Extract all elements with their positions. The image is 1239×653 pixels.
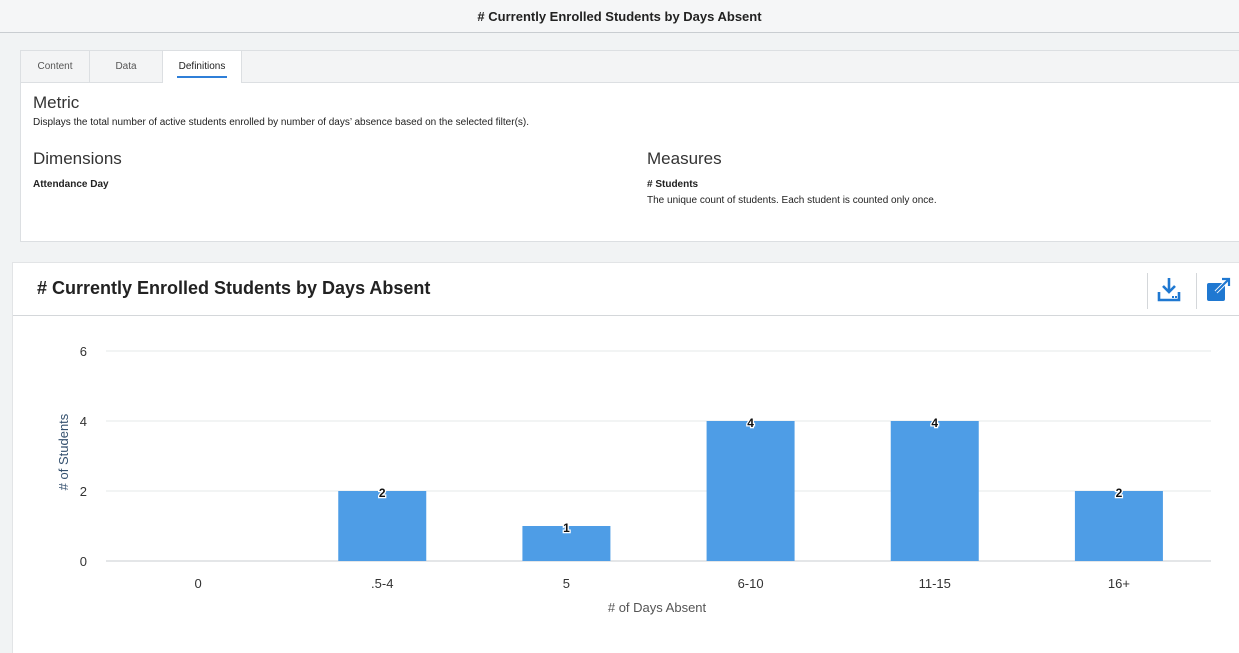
chart-title: # Currently Enrolled Students by Days Ab… bbox=[37, 278, 431, 298]
grid-lines bbox=[106, 350, 1211, 562]
header-divider bbox=[1147, 273, 1148, 309]
x-axis-label: # of Days Absent bbox=[608, 600, 707, 615]
page-title: # Currently Enrolled Students by Days Ab… bbox=[0, 0, 1239, 33]
measures-heading: Measures bbox=[647, 149, 722, 168]
dimensions-heading: Dimensions bbox=[33, 149, 122, 168]
bar-chart: 2 1 4 4 2 0 2 4 6 0 .5-4 5 6-10 11-15 16+ # of Days … bbox=[56, 344, 1211, 615]
chart-card: # Currently Enrolled Students by Days Ab… bbox=[12, 262, 1239, 653]
bar-data-label: 2 bbox=[1116, 486, 1123, 500]
bar-data-label: 4 bbox=[931, 416, 938, 430]
chart-card-header: # Currently Enrolled Students by Days Ab… bbox=[13, 263, 1239, 316]
tab-content[interactable]: Content bbox=[21, 51, 90, 82]
active-tab-indicator bbox=[177, 76, 227, 78]
y-tick-label: 0 bbox=[80, 554, 87, 569]
bar[interactable] bbox=[1074, 491, 1163, 561]
download-icon[interactable] bbox=[1155, 275, 1183, 303]
bar[interactable] bbox=[890, 421, 979, 561]
x-tick-label: 5 bbox=[563, 576, 570, 591]
bar-data-label: 4 bbox=[747, 416, 754, 430]
bar-data-label: 1 bbox=[563, 521, 570, 535]
bar[interactable] bbox=[706, 421, 795, 561]
header-divider bbox=[1196, 273, 1197, 309]
y-tick-label: 4 bbox=[80, 414, 87, 429]
y-axis-label: # of Students bbox=[56, 413, 71, 490]
y-tick-label: 6 bbox=[80, 344, 87, 359]
tab-definitions[interactable]: Definitions bbox=[163, 51, 242, 83]
tab-bar: Content Data Definitions bbox=[21, 51, 1239, 83]
bar[interactable] bbox=[338, 491, 427, 561]
tab-definitions-label: Definitions bbox=[178, 61, 226, 72]
x-axis-ticks: 0 .5-4 5 6-10 11-15 16+ bbox=[194, 576, 1129, 591]
external-link-icon[interactable] bbox=[1205, 275, 1233, 303]
x-tick-label: 0 bbox=[194, 576, 201, 591]
x-tick-label: 11-15 bbox=[919, 576, 951, 591]
definitions-panel: Content Data Definitions Metric Displays… bbox=[20, 50, 1239, 242]
dimension-attendance-day: Attendance Day bbox=[33, 179, 109, 190]
y-axis-ticks: 0 2 4 6 bbox=[80, 344, 87, 569]
bar-data-label: 2 bbox=[379, 486, 386, 500]
x-tick-label: 6-10 bbox=[738, 576, 764, 591]
metric-description: Displays the total number of active stud… bbox=[33, 117, 530, 128]
measure-students: # Students bbox=[647, 179, 699, 190]
x-tick-label: 16+ bbox=[1108, 576, 1130, 591]
measure-description: The unique count of students. Each stude… bbox=[647, 195, 937, 206]
tab-data[interactable]: Data bbox=[90, 51, 163, 82]
metric-heading: Metric bbox=[33, 93, 80, 112]
x-tick-label: .5-4 bbox=[371, 576, 393, 591]
y-tick-label: 2 bbox=[80, 484, 87, 499]
